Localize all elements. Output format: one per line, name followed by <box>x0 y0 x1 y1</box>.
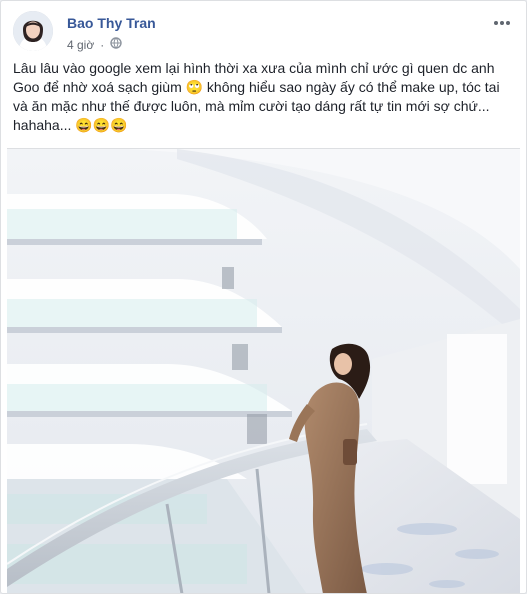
post-header: Bao Thy Tran 4 giờ · <box>13 11 514 55</box>
avatar-image <box>13 11 53 51</box>
post-time[interactable]: 4 giờ <box>67 38 94 52</box>
post-text: Lâu lâu vào google xem lại hình thời xa … <box>13 60 500 133</box>
post-photo[interactable] <box>7 148 520 593</box>
feed-post: Bao Thy Tran 4 giờ · Lâu lâu vào google … <box>0 0 527 594</box>
author-avatar[interactable] <box>13 11 53 51</box>
post-meta: 4 giờ · <box>67 37 122 52</box>
more-horizontal-icon[interactable] <box>490 11 514 35</box>
author-name[interactable]: Bao Thy Tran <box>67 15 156 31</box>
separator-dot: · <box>100 37 105 52</box>
atrium-photo-illustration <box>7 149 520 593</box>
globe-icon[interactable] <box>110 37 122 52</box>
